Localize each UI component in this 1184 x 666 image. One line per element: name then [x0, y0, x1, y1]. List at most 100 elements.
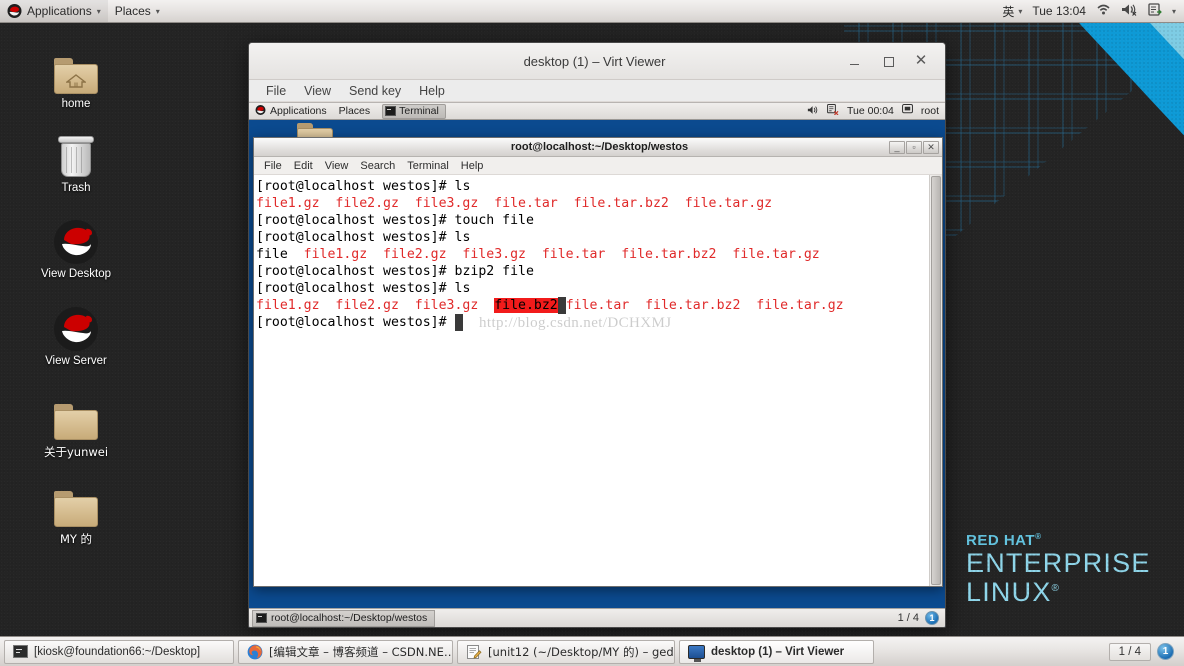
- vm-places-menu[interactable]: Places: [333, 103, 377, 119]
- desktop-icon-guanyu-yunwei[interactable]: 关于yunwei: [30, 390, 122, 460]
- close-icon[interactable]: ✕: [914, 53, 928, 68]
- volume-icon[interactable]: [807, 105, 819, 118]
- terminal-line-prompt: [root@localhost westos]#: [256, 264, 455, 279]
- menu-file[interactable]: File: [257, 82, 295, 100]
- taskbar-item-virt-viewer[interactable]: desktop (1) – Virt Viewer: [679, 639, 874, 664]
- terminal-icon: [256, 613, 267, 623]
- vm-places-label: Places: [338, 105, 371, 117]
- places-menu[interactable]: Places ▾: [108, 0, 167, 22]
- vm-workspace-label: 1 / 4: [897, 612, 919, 624]
- desktop-icon-home[interactable]: home: [30, 44, 122, 110]
- rhel-branding: RED HAT® ENTERPRISE LINUX®: [966, 533, 1151, 606]
- terminal-menubar: File Edit View Search Terminal Help: [254, 157, 942, 175]
- wifi-icon[interactable]: [1096, 3, 1111, 19]
- brand-enterprise: ENTERPRISE: [966, 548, 1151, 578]
- terminal-titlebar[interactable]: root@localhost:~/Desktop/westos _ ▫ ✕: [254, 138, 942, 157]
- firefox-icon: [247, 644, 263, 660]
- maximize-icon[interactable]: ▫: [906, 140, 922, 154]
- desktop-icon-trash[interactable]: Trash: [30, 128, 122, 194]
- home-folder-icon: [30, 44, 122, 94]
- virt-viewer-title: desktop (1) – Virt Viewer: [523, 53, 666, 69]
- vm-user-label[interactable]: root: [921, 105, 939, 117]
- desktop-icon-my-de[interactable]: MY 的: [30, 477, 122, 547]
- terminal-line-command: ls: [454, 179, 471, 194]
- menu-view[interactable]: View: [295, 82, 340, 100]
- vm-clock[interactable]: Tue 00:04: [847, 105, 894, 117]
- volume-muted-icon[interactable]: [1121, 3, 1138, 19]
- workspace-badge[interactable]: 1: [1157, 643, 1174, 660]
- vm-screen[interactable]: Applications Places Terminal Tue 00:04 r…: [249, 102, 945, 627]
- terminal-body[interactable]: [root@localhost westos]# ls file1.gz fil…: [254, 175, 942, 586]
- terminal-icon: [385, 106, 397, 116]
- desktop-icon-view-server[interactable]: View Server: [30, 301, 122, 367]
- vm-window-button-terminal[interactable]: Terminal: [382, 103, 446, 119]
- chevron-down-icon: ▾: [96, 6, 101, 16]
- network-icon[interactable]: [1148, 2, 1162, 20]
- taskbar-item-gedit[interactable]: [unit12 (~/Desktop/MY 的) – gedit]: [457, 639, 675, 664]
- terminal-line-prompt: [root@localhost westos]#: [256, 230, 455, 245]
- terminal-line-output-plain: file: [256, 247, 304, 262]
- chevron-down-icon[interactable]: ▾: [1172, 7, 1176, 16]
- chevron-down-icon: ▾: [1018, 6, 1023, 16]
- vm-applications-label: Applications: [270, 105, 327, 117]
- terminal-menu-help[interactable]: Help: [455, 159, 490, 173]
- redhat-logo-icon: [255, 104, 266, 118]
- menu-help[interactable]: Help: [410, 82, 454, 100]
- network-disconnected-icon[interactable]: [827, 104, 839, 118]
- brand-trademark-2: ®: [1051, 583, 1061, 594]
- terminal-line-command: ls: [454, 230, 471, 245]
- desktop-icon-view-desktop[interactable]: View Desktop: [30, 214, 122, 280]
- minimize-icon[interactable]: [848, 54, 862, 68]
- terminal-menu-file[interactable]: File: [258, 159, 288, 173]
- close-icon[interactable]: ✕: [923, 140, 939, 154]
- terminal-menu-view[interactable]: View: [319, 159, 355, 173]
- terminal-menu-edit[interactable]: Edit: [288, 159, 319, 173]
- input-method-indicator[interactable]: 英 ▾: [1002, 3, 1022, 20]
- desktop-icon-label: MY 的: [59, 532, 93, 546]
- terminal-menu-search[interactable]: Search: [354, 159, 401, 173]
- workspace-switcher[interactable]: 1 / 4 1: [1103, 640, 1180, 664]
- virt-viewer-titlebar[interactable]: desktop (1) – Virt Viewer ✕: [249, 43, 945, 80]
- taskbar-item-kiosk-terminal[interactable]: [kiosk@foundation66:~/Desktop]: [4, 639, 234, 664]
- menu-send-key[interactable]: Send key: [340, 82, 410, 100]
- minimize-icon[interactable]: _: [889, 140, 905, 154]
- maximize-icon[interactable]: [881, 54, 895, 68]
- terminal-line-output: file.tar file.tar.bz2 file.tar.gz: [565, 298, 844, 313]
- taskbar-item-label: [编辑文章 – 博客频道 – CSDN.NE…: [269, 644, 453, 659]
- terminal-line-output: file1.gz file2.gz file3.gz: [256, 298, 495, 313]
- virt-viewer-window: desktop (1) – Virt Viewer ✕ File View Se…: [248, 42, 946, 628]
- vm-workspace-switcher[interactable]: 1 / 4 1: [898, 611, 945, 625]
- vm-top-panel: Applications Places Terminal Tue 00:04 r…: [249, 103, 945, 120]
- folder-icon: [30, 390, 122, 440]
- terminal-line-output: file1.gz file2.gz file3.gz file.tar file…: [303, 247, 820, 262]
- vm-workspace-badge[interactable]: 1: [925, 611, 939, 625]
- desktop-icon-label: View Desktop: [40, 268, 112, 280]
- vm-applications-menu[interactable]: Applications: [249, 103, 333, 119]
- terminal-highlighted-file: file.bz2: [494, 298, 558, 313]
- terminal-line-prompt: [root@localhost westos]#: [256, 281, 455, 296]
- terminal-output: [root@localhost westos]# ls file1.gz fil…: [254, 175, 929, 586]
- system-tray: 英 ▾ Tue 13:04 ▾: [1002, 2, 1184, 20]
- terminal-icon: [13, 645, 28, 658]
- workspace-label[interactable]: 1 / 4: [1108, 642, 1151, 661]
- redhat-icon: [30, 301, 122, 351]
- terminal-line-prompt: [root@localhost westos]#: [256, 179, 455, 194]
- terminal-scrollbar[interactable]: [929, 175, 942, 586]
- trash-icon: [30, 128, 122, 178]
- taskbar-item-firefox[interactable]: [编辑文章 – 博客频道 – CSDN.NE…: [238, 639, 453, 664]
- vm-window-button-label: Terminal: [399, 105, 439, 117]
- chevron-down-icon: ▾: [155, 6, 160, 16]
- scrollbar-thumb[interactable]: [931, 176, 941, 585]
- desktop-icon-label: Trash: [61, 182, 91, 194]
- desktop-icon-label: home: [61, 98, 91, 110]
- vm-tray: Tue 00:04 root: [807, 104, 945, 118]
- user-icon: [901, 104, 913, 118]
- redhat-logo-icon: [7, 4, 22, 18]
- clock[interactable]: Tue 13:04: [1032, 4, 1086, 18]
- terminal-line-command: bzip2 file: [454, 264, 534, 279]
- vm-taskbar-item-terminal[interactable]: root@localhost:~/Desktop/westos: [252, 609, 436, 627]
- vm-taskbar-item-label: root@localhost:~/Desktop/westos: [271, 612, 428, 624]
- terminal-menu-terminal[interactable]: Terminal: [401, 159, 455, 173]
- applications-menu[interactable]: Applications ▾: [0, 0, 108, 22]
- redhat-icon: [30, 214, 122, 264]
